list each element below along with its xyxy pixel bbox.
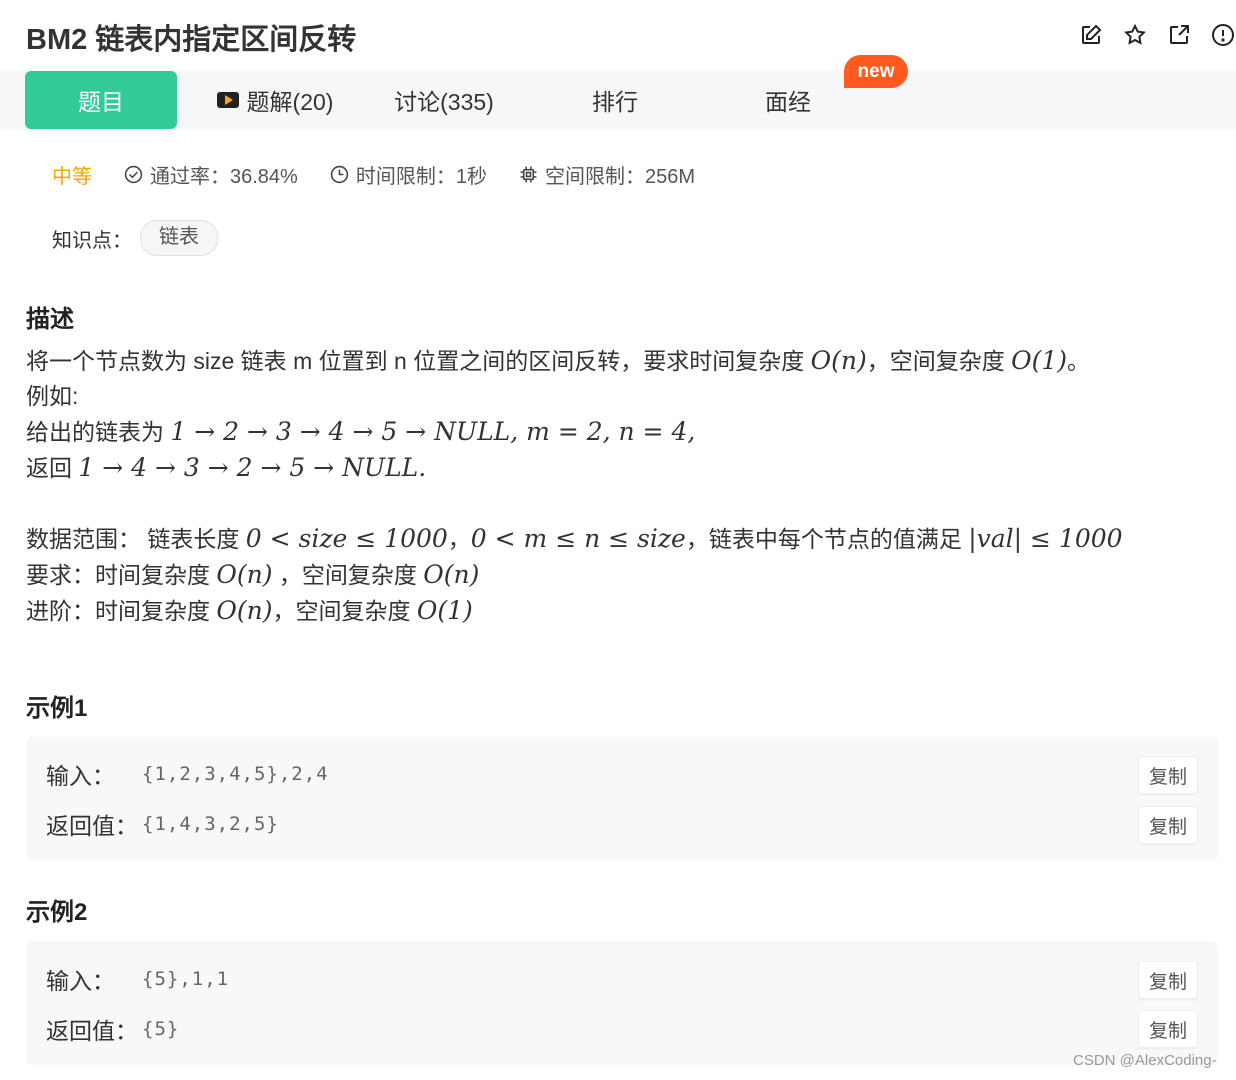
math-o-n: O(n) <box>423 560 480 589</box>
tab-label: 题目 <box>78 89 124 115</box>
input-value: {1,2,3,4,5},2,4 <box>142 763 329 785</box>
copy-output-button[interactable]: 复制 <box>1138 1010 1198 1048</box>
math-o-1: O(1) <box>416 596 473 625</box>
tab-ranking[interactable]: 排行 <box>575 71 655 129</box>
copy-input-button[interactable]: 复制 <box>1138 756 1198 794</box>
toolbar-icons <box>1078 22 1236 48</box>
math-o-n: O(n) <box>216 560 273 589</box>
range-math: |val| ≤ 1000 <box>968 524 1123 553</box>
tab-label: 题解(20) <box>246 89 334 115</box>
given-line: 给出的链表为 1 → 2 → 3 → 4 → 5 → NULL, m = 2, … <box>26 414 1123 450</box>
check-circle-icon <box>124 165 143 184</box>
description-heading: 描述 <box>26 306 74 333</box>
space-limit-text: 空间限制：256M <box>544 166 695 188</box>
share-icon[interactable] <box>1166 22 1192 48</box>
page-header: BM2 链表内指定区间反转 <box>0 0 1236 70</box>
tab-label: 排行 <box>592 89 638 115</box>
req-mid: ，空间复杂度 <box>272 562 424 588</box>
requirement-line: 要求：时间复杂度 O(n) ，空间复杂度 O(n) <box>26 557 1123 593</box>
star-icon[interactable] <box>1122 22 1148 48</box>
data-range-line: 数据范围： 链表长度 0 < size ≤ 1000，0 < m ≤ n ≤ s… <box>26 521 1123 557</box>
example1-box: 输入： {1,2,3,4,5},2,4 复制 返回值： {1,4,3,2,5} … <box>26 737 1218 861</box>
tab-discussion[interactable]: 讨论(335) <box>384 71 504 129</box>
watermark: CSDN @AlexCoding- <box>1073 1052 1217 1069</box>
space-limit: 空间限制：256M <box>519 160 695 189</box>
tab-solutions[interactable]: 题解(20) <box>205 71 345 129</box>
report-icon[interactable] <box>1210 22 1236 48</box>
output-label: 返回值： <box>46 813 138 839</box>
problem-meta: 中等 通过率：36.84% 时间限制：1秒 空间限制：256M <box>52 160 727 189</box>
tab-label: 面经 <box>765 89 811 115</box>
math-o-n: O(n) <box>216 596 273 625</box>
input-label: 输入： <box>46 968 115 994</box>
tag-linked-list[interactable]: 链表 <box>140 220 218 256</box>
advanced-line: 进阶：时间复杂度 O(n)，空间复杂度 O(1) <box>26 593 1123 629</box>
return-math: 1 → 4 → 3 → 2 → 5 → NULL. <box>78 453 427 482</box>
difficulty-label: 中等 <box>52 166 92 188</box>
math-o-n: O(n) <box>810 346 867 375</box>
output-label: 返回值： <box>46 1018 138 1044</box>
example2-heading: 示例2 <box>26 899 88 926</box>
copy-output-button[interactable]: 复制 <box>1138 806 1198 844</box>
range-math: 0 < m ≤ n ≤ size <box>470 524 686 553</box>
given-math: 1 → 2 → 3 → 4 → 5 → NULL, m = 2, n = 4, <box>170 417 696 446</box>
knowledge-label: 知识点： <box>52 229 132 252</box>
time-limit-text: 时间限制：1秒 <box>355 166 487 188</box>
tab-label: 讨论(335) <box>394 89 494 115</box>
example1-output-row: 返回值： {1,4,3,2,5} <box>46 807 279 841</box>
return-prefix: 返回 <box>26 455 79 481</box>
pass-rate-text: 通过率：36.84% <box>150 166 298 188</box>
tab-problem[interactable]: 题目 <box>25 71 177 129</box>
time-limit: 时间限制：1秒 <box>330 160 487 189</box>
output-value: {1,4,3,2,5} <box>142 813 279 835</box>
example1-input-row: 输入： {1,2,3,4,5},2,4 <box>46 757 329 791</box>
chip-icon <box>520 166 537 183</box>
video-icon <box>216 92 239 108</box>
description-text: ，空间复杂度 <box>866 348 1012 374</box>
clock-icon <box>330 165 349 184</box>
description-text: 。 <box>1067 348 1091 374</box>
range-mid: ，链表中每个节点的值满足 <box>685 526 969 552</box>
tab-interview[interactable]: 面经 <box>748 71 828 129</box>
edit-icon[interactable] <box>1078 22 1104 48</box>
description-line: 将一个节点数为 size 链表 m 位置到 n 位置之间的区间反转，要求时间复杂… <box>26 343 1123 379</box>
return-line: 返回 1 → 4 → 3 → 2 → 5 → NULL. <box>26 450 1123 486</box>
req-label: 要求：时间复杂度 <box>26 562 217 588</box>
input-label: 输入： <box>46 763 115 789</box>
example2-box: 输入： {5},1,1 复制 返回值： {5} 复制 <box>26 941 1218 1065</box>
problem-title: BM2 链表内指定区间反转 <box>26 24 357 56</box>
range-sep: ， <box>447 526 471 552</box>
description-body: 将一个节点数为 size 链表 m 位置到 n 位置之间的区间反转，要求时间复杂… <box>26 343 1123 629</box>
new-badge: new <box>844 55 908 88</box>
example1-heading: 示例1 <box>26 695 88 722</box>
example-intro: 例如: <box>26 383 79 409</box>
math-o-1: O(1) <box>1011 346 1068 375</box>
copy-input-button[interactable]: 复制 <box>1138 961 1198 999</box>
adv-mid: ，空间复杂度 <box>272 598 417 624</box>
range-label: 数据范围： 链表长度 <box>26 526 246 552</box>
given-prefix: 给出的链表为 <box>26 419 171 445</box>
input-value: {5},1,1 <box>142 968 230 990</box>
range-math: 0 < size ≤ 1000 <box>245 524 448 553</box>
output-value: {5} <box>142 1018 180 1040</box>
knowledge-points: 知识点： 链表 <box>52 220 218 256</box>
description-text: 将一个节点数为 size 链表 m 位置到 n 位置之间的区间反转，要求时间复杂… <box>26 348 811 374</box>
adv-label: 进阶：时间复杂度 <box>26 598 217 624</box>
tab-bar: 题目 题解(20) 讨论(335) 排行 面经 <box>0 70 1236 130</box>
example2-output-row: 返回值： {5} <box>46 1012 179 1046</box>
example2-input-row: 输入： {5},1,1 <box>46 962 229 996</box>
pass-rate: 通过率：36.84% <box>124 160 298 189</box>
